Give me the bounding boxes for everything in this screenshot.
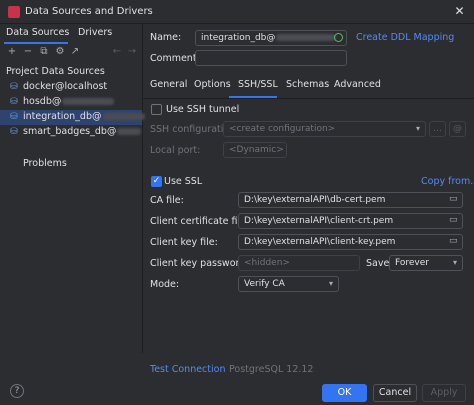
client-cert-field[interactable]: D:\key\externalAPI\client-crt.pem [238, 213, 463, 229]
name-value: integration_db@ [201, 33, 276, 43]
app-icon [8, 6, 20, 18]
save-value: Forever [395, 258, 429, 268]
ok-button[interactable]: OK [322, 384, 367, 402]
datasource-item-integration-db[interactable]: ⛁ integration_db@ [0, 110, 145, 125]
close-icon[interactable]: ✕ [452, 4, 467, 19]
name-label: Name: [150, 32, 182, 43]
tab-drivers[interactable]: Drivers [78, 27, 112, 42]
mode-select[interactable]: Verify CA ▾ [238, 276, 339, 292]
status-ok-icon [334, 33, 343, 42]
name-field[interactable]: integration_db@ [195, 30, 347, 46]
datasource-label: integration_db@ [23, 111, 102, 122]
problems-item[interactable]: Problems [23, 158, 67, 169]
comment-field[interactable] [195, 50, 347, 66]
local-port-field[interactable]: <Dynamic> [223, 142, 287, 158]
tab-ssh-ssl[interactable]: SSH/SSL [238, 79, 278, 90]
redacted-host [102, 113, 145, 120]
client-cert-label: Client certificate file: [150, 216, 250, 227]
chevron-down-icon: ▾ [328, 279, 333, 288]
settings-icon[interactable]: ⚙ [54, 46, 66, 58]
tab-schemas[interactable]: Schemas [286, 79, 329, 90]
redacted-host [117, 128, 142, 135]
remove-icon[interactable]: − [22, 46, 34, 58]
tab-general[interactable]: General [150, 79, 187, 90]
comment-label: Comment: [150, 53, 200, 64]
use-ssl-label: Use SSL [164, 176, 203, 187]
ssh-config-select[interactable]: <create configuration> ▾ [223, 121, 426, 137]
use-ssh-label: Use SSH tunnel [166, 104, 240, 115]
redacted-host [276, 34, 337, 41]
datasource-item-hosdb[interactable]: ⛁ hosdb@ [0, 95, 142, 110]
postgres-icon: ⛁ [10, 82, 18, 92]
active-subtab-indicator [229, 96, 277, 98]
at-icon[interactable]: @ [449, 121, 466, 137]
datasource-label: docker@localhost [23, 81, 108, 92]
back-arrow-icon[interactable]: ← [111, 46, 123, 58]
local-port-label: Local port: [150, 145, 201, 156]
section-title: Project Data Sources [6, 66, 105, 77]
chevron-down-icon: ▾ [452, 258, 457, 267]
window-title: Data Sources and Drivers [25, 6, 153, 17]
datasource-item-smart-badges-db[interactable]: ⛁ smart_badges_db@ [0, 125, 142, 140]
client-cert-value: D:\key\externalAPI\client-crt.pem [244, 216, 394, 226]
postgres-icon: ⛁ [10, 112, 18, 122]
client-key-value: D:\key\externalAPI\client-key.pem [244, 237, 396, 247]
help-button[interactable]: ? [10, 384, 24, 398]
ca-file-field[interactable]: D:\key\externalAPI\db-cert.pem [238, 192, 463, 208]
folder-icon[interactable]: ▭ [449, 236, 458, 246]
ssh-config-value: <create configuration> [229, 124, 336, 134]
mode-value: Verify CA [244, 279, 285, 289]
client-key-field[interactable]: D:\key\externalAPI\client-key.pem [238, 234, 463, 250]
datasource-label: hosdb@ [23, 96, 62, 107]
password-placeholder: <hidden> [244, 258, 290, 268]
postgres-icon: ⛁ [10, 127, 18, 137]
folder-icon[interactable]: ▭ [449, 194, 458, 204]
mode-label: Mode: [150, 279, 180, 290]
cancel-button[interactable]: Cancel [373, 384, 417, 402]
db-version: PostgreSQL 12.12 [229, 364, 314, 375]
client-key-password-label: Client key password: [150, 258, 249, 269]
tab-data-sources[interactable]: Data Sources [6, 27, 69, 42]
datasource-label-wrapper: hosdb@ [23, 96, 115, 107]
datasource-label: smart_badges_db@ [23, 126, 117, 137]
use-ssl-checkbox[interactable]: ✓ [151, 176, 162, 187]
forward-arrow-icon[interactable]: → [126, 46, 138, 58]
datasource-label-wrapper: integration_db@ [23, 111, 145, 122]
ca-file-value: D:\key\externalAPI\db-cert.pem [244, 195, 386, 205]
folder-icon[interactable]: ▭ [449, 215, 458, 225]
add-icon[interactable]: + [6, 46, 18, 58]
postgres-icon: ⛁ [10, 97, 18, 107]
save-select[interactable]: Forever ▾ [389, 255, 463, 271]
apply-button[interactable]: Apply [422, 384, 466, 402]
use-ssh-checkbox[interactable] [151, 104, 162, 115]
create-ddl-mapping-link[interactable]: Create DDL Mapping [356, 32, 454, 43]
ca-file-label: CA file: [150, 195, 184, 206]
client-key-label: Client key file: [150, 237, 218, 248]
tab-options[interactable]: Options [194, 79, 231, 90]
export-icon[interactable]: ↗ [69, 46, 81, 58]
tab-advanced[interactable]: Advanced [334, 79, 381, 90]
active-tab-indicator [4, 42, 68, 44]
duplicate-icon[interactable]: ⧉ [38, 46, 50, 58]
datasource-label-wrapper: smart_badges_db@ [23, 126, 142, 137]
more-icon[interactable]: … [429, 121, 446, 137]
test-connection-link[interactable]: Test Connection [150, 364, 225, 375]
client-key-password-field[interactable]: <hidden> [238, 255, 360, 271]
redacted-host [62, 98, 115, 105]
datasource-item-docker[interactable]: ⛁ docker@localhost [0, 80, 142, 95]
chevron-down-icon: ▾ [415, 124, 420, 133]
subtab-divider [143, 98, 474, 99]
copy-from-link[interactable]: Copy from... [421, 176, 474, 187]
